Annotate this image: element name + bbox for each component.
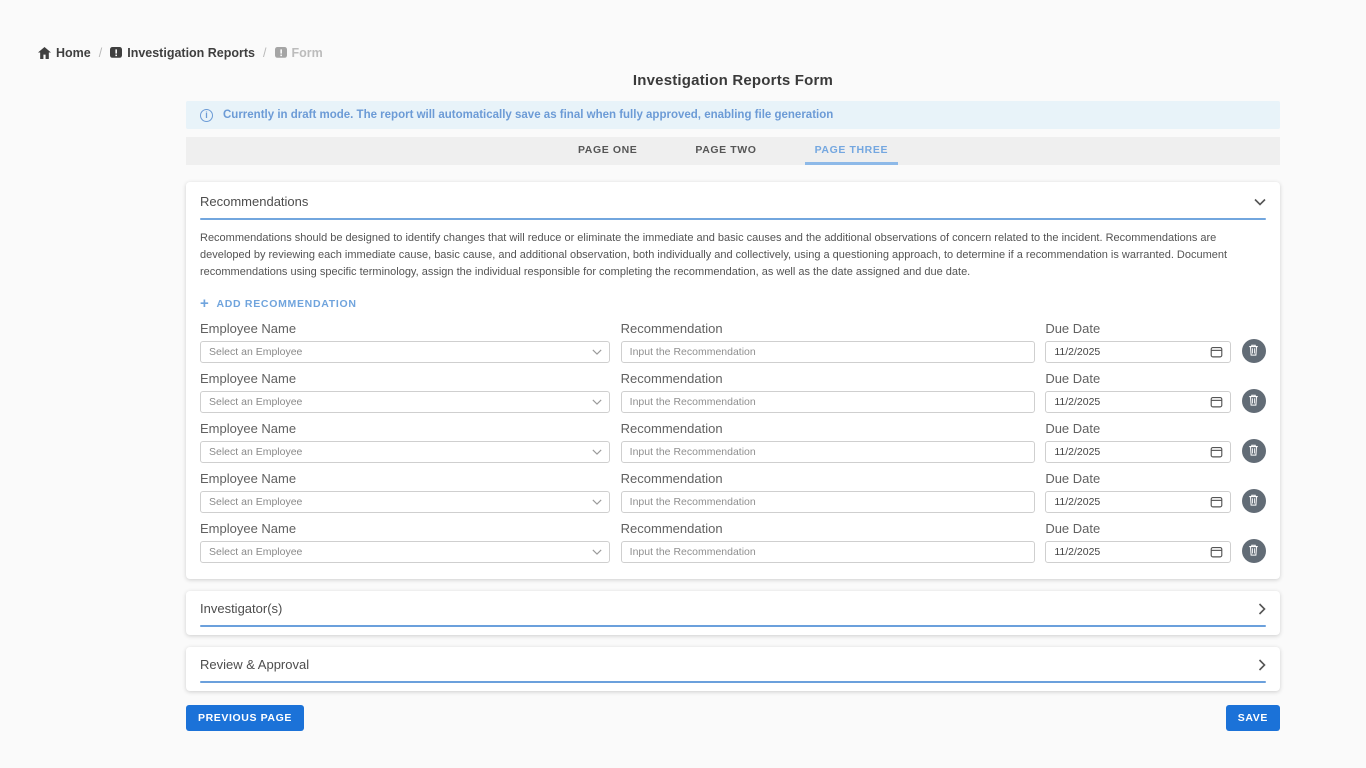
report-icon	[110, 47, 122, 59]
recommendation-label: Recommendation	[621, 421, 1035, 436]
page-title: Investigation Reports Form	[186, 72, 1280, 89]
recommendation-row: Employee Name Select an Employee Recomme…	[200, 321, 1266, 363]
employee-name-label: Employee Name	[200, 321, 610, 336]
tab-page-one[interactable]: PAGE ONE	[568, 137, 647, 165]
chevron-down-icon[interactable]	[1254, 198, 1266, 206]
due-date-label: Due Date	[1045, 321, 1231, 336]
recommendations-title: Recommendations	[200, 194, 308, 209]
due-date-input[interactable]	[1054, 492, 1222, 512]
recommendation-input[interactable]	[630, 442, 1026, 462]
chevron-down-icon	[592, 499, 602, 506]
chevron-down-icon	[592, 549, 602, 556]
breadcrumb-label: Form	[292, 46, 323, 60]
section-divider	[200, 625, 1266, 627]
breadcrumb-home[interactable]: Home	[38, 46, 91, 60]
employee-select[interactable]: Select an Employee	[200, 541, 610, 563]
recommendation-row: Employee Name Select an Employee Recomme…	[200, 371, 1266, 413]
employee-select[interactable]: Select an Employee	[200, 491, 610, 513]
employee-name-label: Employee Name	[200, 421, 610, 436]
chevron-down-icon	[592, 399, 602, 406]
due-date-input[interactable]	[1054, 542, 1222, 562]
add-recommendation-button[interactable]: + ADD RECOMMENDATION	[200, 296, 357, 311]
recommendation-row: Employee Name Select an Employee Recomme…	[200, 521, 1266, 563]
trash-icon	[1248, 394, 1259, 409]
due-date-label: Due Date	[1045, 371, 1231, 386]
recommendations-description: Recommendations should be designed to id…	[200, 230, 1266, 281]
form-footer: PREVIOUS PAGE SAVE	[186, 705, 1280, 731]
report-icon	[275, 47, 287, 59]
trash-icon	[1248, 344, 1259, 359]
recommendation-label: Recommendation	[621, 371, 1035, 386]
employee-select[interactable]: Select an Employee	[200, 441, 610, 463]
chevron-right-icon[interactable]	[1258, 659, 1266, 671]
delete-row-button[interactable]	[1242, 389, 1266, 413]
investigators-title: Investigator(s)	[200, 601, 282, 616]
review-approval-title: Review & Approval	[200, 657, 309, 672]
employee-select[interactable]: Select an Employee	[200, 391, 610, 413]
banner-text: Currently in draft mode. The report will…	[223, 109, 833, 121]
recommendation-label: Recommendation	[621, 321, 1035, 336]
recommendation-input[interactable]	[630, 392, 1026, 412]
recommendation-row: Employee Name Select an Employee Recomme…	[200, 421, 1266, 463]
trash-icon	[1248, 494, 1259, 509]
delete-row-button[interactable]	[1242, 339, 1266, 363]
investigators-header[interactable]: Investigator(s)	[200, 601, 1266, 616]
trash-icon	[1248, 544, 1259, 559]
recommendation-input[interactable]	[630, 492, 1026, 512]
breadcrumb-investigation-reports[interactable]: Investigation Reports	[110, 46, 255, 60]
breadcrumb-separator: /	[99, 46, 102, 60]
trash-icon	[1248, 444, 1259, 459]
calendar-icon[interactable]	[1210, 396, 1223, 409]
due-date-input[interactable]	[1054, 342, 1222, 362]
breadcrumb-form: Form	[275, 46, 323, 60]
calendar-icon[interactable]	[1210, 546, 1223, 559]
due-date-input[interactable]	[1054, 392, 1222, 412]
section-divider	[200, 218, 1266, 220]
calendar-icon[interactable]	[1210, 346, 1223, 359]
delete-row-button[interactable]	[1242, 489, 1266, 513]
chevron-down-icon	[592, 449, 602, 456]
delete-row-button[interactable]	[1242, 539, 1266, 563]
recommendations-section: Recommendations Recommendations should b…	[186, 182, 1280, 579]
calendar-icon[interactable]	[1210, 446, 1223, 459]
due-date-label: Due Date	[1045, 471, 1231, 486]
breadcrumb: Home / Investigation Reports / Form	[38, 46, 323, 60]
draft-mode-banner: i Currently in draft mode. The report wi…	[186, 101, 1280, 129]
main-content: Investigation Reports Form i Currently i…	[186, 72, 1280, 731]
page-tabs: PAGE ONE PAGE TWO PAGE THREE	[186, 137, 1280, 165]
tab-page-two[interactable]: PAGE TWO	[685, 137, 766, 165]
review-approval-section: Review & Approval	[186, 647, 1280, 691]
due-date-label: Due Date	[1045, 421, 1231, 436]
breadcrumb-label: Investigation Reports	[127, 46, 255, 60]
recommendation-row: Employee Name Select an Employee Recomme…	[200, 471, 1266, 513]
due-date-label: Due Date	[1045, 521, 1231, 536]
calendar-icon[interactable]	[1210, 496, 1223, 509]
recommendations-header[interactable]: Recommendations	[200, 194, 1266, 209]
employee-name-label: Employee Name	[200, 521, 610, 536]
breadcrumb-separator: /	[263, 46, 266, 60]
due-date-input[interactable]	[1054, 442, 1222, 462]
employee-name-label: Employee Name	[200, 371, 610, 386]
home-icon	[38, 47, 51, 59]
recommendation-input[interactable]	[630, 542, 1026, 562]
plus-icon: +	[200, 296, 209, 311]
review-approval-header[interactable]: Review & Approval	[200, 657, 1266, 672]
chevron-down-icon	[592, 349, 602, 356]
recommendation-label: Recommendation	[621, 471, 1035, 486]
chevron-right-icon[interactable]	[1258, 603, 1266, 615]
previous-page-button[interactable]: PREVIOUS PAGE	[186, 705, 304, 731]
section-divider	[200, 681, 1266, 683]
investigators-section: Investigator(s)	[186, 591, 1280, 635]
recommendation-input[interactable]	[630, 342, 1026, 362]
save-button[interactable]: SAVE	[1226, 705, 1280, 731]
tab-page-three[interactable]: PAGE THREE	[805, 137, 898, 165]
delete-row-button[interactable]	[1242, 439, 1266, 463]
info-icon: i	[200, 109, 213, 122]
employee-name-label: Employee Name	[200, 471, 610, 486]
recommendation-label: Recommendation	[621, 521, 1035, 536]
employee-select[interactable]: Select an Employee	[200, 341, 610, 363]
breadcrumb-label: Home	[56, 46, 91, 60]
